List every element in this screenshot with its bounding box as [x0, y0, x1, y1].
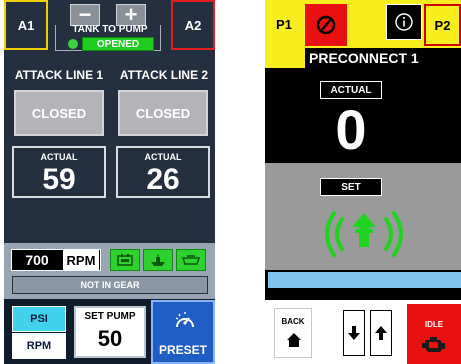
tank-to-pump-label: TANK TO PUMP [72, 24, 148, 35]
status-bar [268, 272, 461, 288]
a1-button[interactable]: A1 [4, 0, 48, 50]
attack-line-2-actual: ACTUAL 26 [116, 146, 210, 198]
attack-line-2-valve-button[interactable]: CLOSED [118, 90, 208, 136]
info-icon [395, 13, 413, 31]
disable-icon [316, 15, 336, 35]
back-button[interactable]: BACK [274, 308, 312, 358]
set-pump-value: 50 [97, 326, 123, 351]
rpm-mode-button[interactable]: RPM [12, 333, 66, 359]
signal-broadcast-icon [325, 211, 403, 257]
set-label: SET [320, 178, 382, 196]
p2-button[interactable]: P2 [424, 4, 461, 46]
gauge-icon [175, 312, 194, 328]
pump-engaged-button[interactable] [110, 249, 140, 271]
engine-icon [422, 337, 445, 352]
attack-line-1-actual: ACTUAL 59 [12, 146, 106, 198]
tank-icon [181, 255, 201, 265]
a2-label: A2 [184, 17, 202, 33]
tank-button[interactable] [176, 249, 206, 271]
a2-button[interactable]: A2 [171, 0, 215, 50]
arrow-down-icon [348, 326, 360, 340]
back-label: BACK [281, 317, 305, 326]
preset-button[interactable]: PRESET [151, 300, 215, 364]
plus-icon: + [124, 2, 138, 27]
minus-icon: − [78, 2, 92, 27]
ship-icon [151, 254, 165, 266]
actual-value: 0 [335, 97, 367, 161]
disable-button[interactable] [305, 4, 347, 46]
actual-value: 26 [146, 163, 180, 196]
scroll-down-button[interactable] [343, 310, 365, 356]
p1-button[interactable]: P1 [265, 0, 303, 48]
actual-label: ACTUAL [40, 152, 78, 162]
psi-mode-button[interactable]: PSI [12, 306, 66, 332]
set-pump-label: SET PUMP [84, 311, 136, 322]
set-pump-display[interactable]: SET PUMP 50 [74, 306, 146, 358]
actual-label: ACTUAL [144, 152, 182, 162]
home-icon [287, 333, 301, 347]
idle-label: IDLE [424, 320, 444, 329]
rpm-value: 700 [25, 252, 49, 268]
gear-status: NOT IN GEAR [12, 276, 208, 294]
actual-value: 59 [42, 163, 76, 196]
a1-label: A1 [17, 17, 35, 33]
tank-status-badge: OPENED [82, 37, 154, 51]
attack-line-2-title: ATTACK LINE 2 [119, 68, 209, 82]
water-source-button[interactable] [143, 249, 173, 271]
attack-line-1-valve-button[interactable]: CLOSED [14, 90, 104, 136]
preset-label: PRESET [158, 343, 207, 357]
attack-line-1-title: ATTACK LINE 1 [14, 68, 104, 82]
panel-title: PRECONNECT 1 [305, 48, 461, 68]
idle-button[interactable]: IDLE [407, 304, 461, 364]
info-button[interactable] [386, 4, 422, 40]
rpm-unit-label: RPM [63, 250, 99, 270]
pump-engaged-icon [117, 254, 133, 266]
scroll-up-button[interactable] [370, 310, 392, 356]
arrow-up-icon [375, 326, 387, 340]
status-led [68, 39, 78, 49]
